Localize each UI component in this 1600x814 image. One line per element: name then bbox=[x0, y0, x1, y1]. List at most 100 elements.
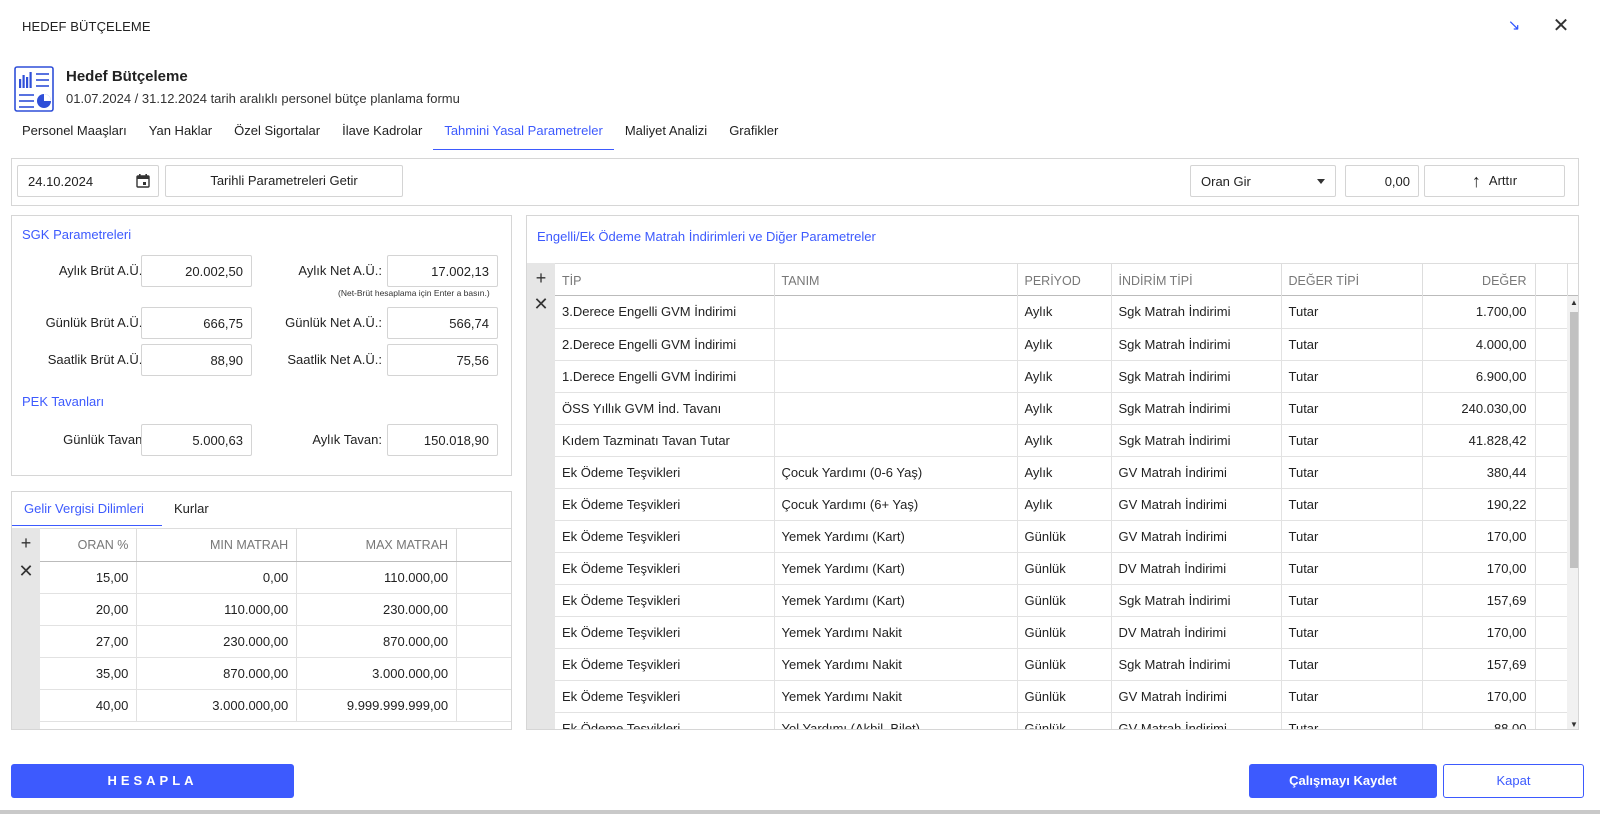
table-cell[interactable]: 110.000,00 bbox=[136, 593, 298, 626]
table-cell[interactable]: 240.030,00 bbox=[1422, 392, 1536, 425]
table-cell[interactable]: Tutar bbox=[1281, 584, 1423, 617]
table-row[interactable]: 3.Derece Engelli GVM İndirimi Aylık Sgk Ma… bbox=[555, 296, 1567, 329]
close-button[interactable]: Kapat bbox=[1443, 764, 1584, 798]
table-cell[interactable]: 170,00 bbox=[1422, 552, 1536, 585]
table-cell[interactable]: Aylık bbox=[1017, 456, 1112, 489]
scroll-down-icon[interactable]: ▼ bbox=[1570, 720, 1578, 729]
table-cell[interactable]: Yemek Yardımı Nakit bbox=[774, 648, 1018, 681]
table-cell[interactable]: Sgk Matrah İndirimi bbox=[1111, 392, 1282, 425]
table-cell[interactable]: Tutar bbox=[1281, 648, 1423, 681]
table-cell[interactable]: 0,00 bbox=[136, 561, 298, 594]
date-input[interactable]: 24.10.2024 bbox=[17, 165, 159, 197]
delete-row-icon[interactable]: ✕ bbox=[527, 293, 555, 315]
table-row[interactable]: 20,00 110.000,00 230.000,00 bbox=[40, 593, 511, 626]
table-cell[interactable]: Sgk Matrah İndirimi bbox=[1111, 360, 1282, 393]
table-cell[interactable]: Yemek Yardımı Nakit bbox=[774, 616, 1018, 649]
table-cell[interactable]: Yemek Yardımı (Kart) bbox=[774, 584, 1018, 617]
table-cell[interactable]: Çocuk Yardımı (0-6 Yaş) bbox=[774, 456, 1018, 489]
table-cell[interactable]: Ek Ödeme Teşvikleri bbox=[555, 552, 775, 585]
tab-grafikler[interactable]: Grafikler bbox=[729, 118, 778, 150]
table-cell[interactable]: Tutar bbox=[1281, 712, 1423, 729]
table-cell[interactable]: 157,69 bbox=[1422, 648, 1536, 681]
table-row[interactable]: 40,00 3.000.000,00 9.999.999.999,00 bbox=[40, 689, 511, 722]
table-cell[interactable]: GV Matrah İndirimi bbox=[1111, 488, 1282, 521]
table-cell[interactable]: Tutar bbox=[1281, 424, 1423, 457]
add-row-icon[interactable]: + bbox=[527, 267, 555, 289]
hesapla-button[interactable]: HESAPLA bbox=[11, 764, 294, 798]
table-cell[interactable]: Yol Yardımı (Akbil, Bilet) bbox=[774, 712, 1018, 729]
table-cell[interactable]: DV Matrah İndirimi bbox=[1111, 616, 1282, 649]
table-row[interactable]: Ek Ödeme Teşvikleri Çocuk Yardımı (0-6 Ya… bbox=[555, 456, 1567, 489]
arrow-down-right-icon[interactable]: ↘ bbox=[1504, 16, 1524, 36]
table-cell[interactable]: Günlük bbox=[1017, 584, 1112, 617]
save-work-button[interactable]: Çalışmayı Kaydet bbox=[1249, 764, 1437, 798]
table-cell[interactable]: 4.000,00 bbox=[1422, 328, 1536, 361]
table-cell[interactable]: Ek Ödeme Teşvikleri bbox=[555, 584, 775, 617]
table-row[interactable]: Ek Ödeme Teşvikleri Yemek Yardımı Nakit Gü… bbox=[555, 616, 1567, 649]
aylik-tavan-input[interactable]: 150.018,90 bbox=[387, 424, 498, 456]
table-cell[interactable]: Günlük bbox=[1017, 680, 1112, 713]
table-cell[interactable]: 870.000,00 bbox=[296, 625, 458, 658]
column-header[interactable]: İNDİRİM TİPİ bbox=[1111, 264, 1282, 297]
table-cell[interactable]: Ek Ödeme Teşvikleri bbox=[555, 616, 775, 649]
table-cell[interactable]: 230.000,00 bbox=[136, 625, 298, 658]
table-cell[interactable]: 2.Derece Engelli GVM İndirimi bbox=[555, 328, 775, 361]
table-cell[interactable]: Sgk Matrah İndirimi bbox=[1111, 424, 1282, 457]
table-cell[interactable]: Günlük bbox=[1017, 648, 1112, 681]
table-cell[interactable]: GV Matrah İndirimi bbox=[1111, 712, 1282, 729]
saatlik-brut-input[interactable]: 88,90 bbox=[141, 344, 252, 376]
table-cell[interactable]: Sgk Matrah İndirimi bbox=[1111, 648, 1282, 681]
calendar-icon[interactable] bbox=[136, 174, 150, 188]
table-cell[interactable]: Tutar bbox=[1281, 456, 1423, 489]
table-cell[interactable]: 1.Derece Engelli GVM İndirimi bbox=[555, 360, 775, 393]
column-header[interactable]: TİP bbox=[555, 264, 775, 297]
get-dated-parameters-button[interactable]: Tarihli Parametreleri Getir bbox=[165, 165, 403, 197]
table-row[interactable]: Ek Ödeme Teşvikleri Çocuk Yardımı (6+ Yaş… bbox=[555, 488, 1567, 521]
table-cell[interactable]: Tutar bbox=[1281, 616, 1423, 649]
tab-tahmini-yasal-parametreler[interactable]: Tahmini Yasal Parametreler bbox=[433, 118, 614, 150]
table-cell[interactable]: 1.700,00 bbox=[1422, 296, 1536, 329]
table-cell[interactable]: Tutar bbox=[1281, 296, 1423, 329]
table-row[interactable]: Ek Ödeme Teşvikleri Yol Yardımı (Akbil, B… bbox=[555, 712, 1567, 729]
column-header[interactable]: MAX MATRAH bbox=[296, 528, 458, 562]
column-header[interactable]: TANIM bbox=[774, 264, 1018, 297]
tab-personel-maaslari[interactable]: Personel Maaşları bbox=[22, 118, 127, 150]
gunluk-tavan-input[interactable]: 5.000,63 bbox=[141, 424, 252, 456]
table-cell[interactable]: GV Matrah İndirimi bbox=[1111, 520, 1282, 553]
table-cell[interactable]: Çocuk Yardımı (6+ Yaş) bbox=[774, 488, 1018, 521]
table-cell[interactable] bbox=[774, 424, 1018, 457]
table-cell[interactable]: 170,00 bbox=[1422, 520, 1536, 553]
table-cell[interactable]: Ek Ödeme Teşvikleri bbox=[555, 488, 775, 521]
table-cell[interactable]: 230.000,00 bbox=[296, 593, 458, 626]
saatlik-net-input[interactable]: 75,56 bbox=[387, 344, 498, 376]
table-cell[interactable]: 3.000.000,00 bbox=[136, 689, 298, 722]
table-cell[interactable]: 170,00 bbox=[1422, 680, 1536, 713]
table-row[interactable]: 15,00 0,00 110.000,00 bbox=[40, 561, 511, 594]
table-cell[interactable]: 35,00 bbox=[40, 657, 138, 690]
oran-select[interactable]: Oran Gir bbox=[1190, 165, 1336, 197]
add-row-icon[interactable]: + bbox=[12, 532, 40, 554]
table-row[interactable]: Ek Ödeme Teşvikleri Yemek Yardımı (Kart) G… bbox=[555, 552, 1567, 585]
tab-gelir-vergisi-dilimleri[interactable]: Gelir Vergisi Dilimleri bbox=[12, 492, 162, 526]
table-cell[interactable] bbox=[774, 296, 1018, 329]
table-cell[interactable]: Günlük bbox=[1017, 712, 1112, 729]
delete-row-icon[interactable]: ✕ bbox=[12, 560, 40, 582]
table-cell[interactable]: GV Matrah İndirimi bbox=[1111, 680, 1282, 713]
table-cell[interactable] bbox=[774, 328, 1018, 361]
close-icon[interactable]: ✕ bbox=[1550, 15, 1572, 37]
table-cell[interactable]: Ek Ödeme Teşvikleri bbox=[555, 680, 775, 713]
tab-maliyet-analizi[interactable]: Maliyet Analizi bbox=[625, 118, 707, 150]
table-cell[interactable]: 40,00 bbox=[40, 689, 138, 722]
table-cell[interactable]: Sgk Matrah İndirimi bbox=[1111, 584, 1282, 617]
table-cell[interactable]: Günlük bbox=[1017, 616, 1112, 649]
tab-ilave-kadrolar[interactable]: İlave Kadrolar bbox=[342, 118, 422, 150]
table-cell[interactable]: Yemek Yardımı (Kart) bbox=[774, 552, 1018, 585]
table-cell[interactable]: 41.828,42 bbox=[1422, 424, 1536, 457]
table-row[interactable]: Ek Ödeme Teşvikleri Yemek Yardımı (Kart) G… bbox=[555, 520, 1567, 553]
table-cell[interactable]: Aylık bbox=[1017, 392, 1112, 425]
column-header[interactable]: DEĞER bbox=[1422, 264, 1536, 297]
table-cell[interactable]: Kıdem Tazminatı Tavan Tutar bbox=[555, 424, 775, 457]
table-cell[interactable]: DV Matrah İndirimi bbox=[1111, 552, 1282, 585]
table-cell[interactable]: 9.999.999.999,00 bbox=[296, 689, 458, 722]
table-cell[interactable]: 3.000.000,00 bbox=[296, 657, 458, 690]
